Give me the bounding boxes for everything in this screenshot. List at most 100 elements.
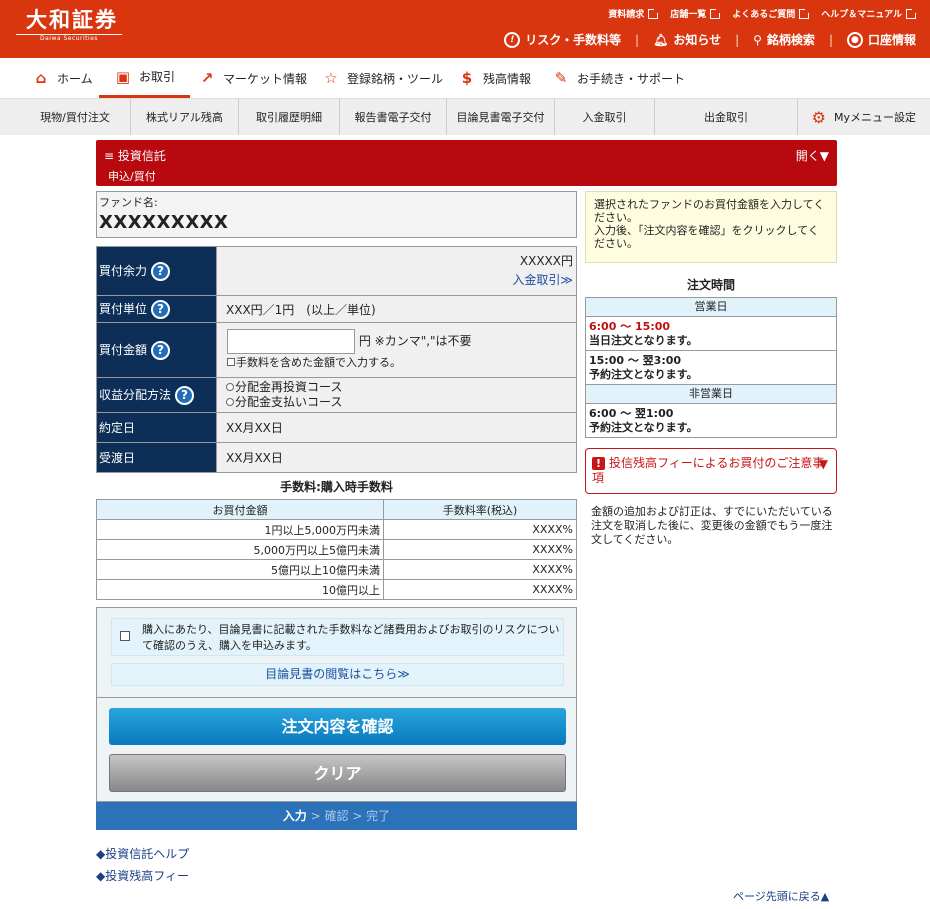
nav-label: 登録銘柄・ツール [347,71,444,86]
page-top-link[interactable]: ページ先頭に戻る▲ [733,888,829,904]
nav-market[interactable]: ↗ マーケット情報 [198,58,307,98]
capacity-value: XXXXX円 [519,254,573,268]
slot-note: 予約注文となります。 [589,367,698,381]
contract-value: XX月XX日 [216,412,577,443]
link-label: 店舗一覧 [670,10,707,20]
subnav-withdraw[interactable]: 出金取引 [655,99,798,135]
fund-name-box: ファンド名: XXXXXXXXX [96,191,577,238]
fund-name: XXXXXXXXX [99,212,229,233]
nav-trade[interactable]: ▣ お取引 [99,58,191,98]
nav-label: 残高情報 [483,71,532,86]
subnav-prospectus-delivery[interactable]: 目論見書電子交付 [447,99,555,135]
dist-option-reinvest[interactable]: 分配金再投資コース [226,380,576,395]
fee-amount: 5,000万円以上5億円未満 [96,539,384,560]
subnav-history[interactable]: 取引履歴明細 [239,99,340,135]
band-subtitle: 申込/買付 [108,170,156,183]
row-capacity: 買付余力? XXXXX円 入金取引≫ [96,246,577,296]
monitor-yen-icon: ▣ [115,67,131,86]
deposit-link[interactable]: 入金取引≫ [226,271,573,290]
nav-balance[interactable]: $ 残高情報 [458,58,531,98]
main-nav: ⌂ ホーム ▣ お取引 ↗ マーケット情報 ☆ 登録銘柄・ツール $ 残高情報 ✎ お手続き… [0,58,930,99]
fee-rate: XXXX% [383,539,577,560]
gear-icon: ⚙ [811,107,826,127]
radio-button[interactable] [226,398,234,406]
account-info-link[interactable]: ● 口座情報 [846,31,916,48]
help-icon[interactable]: ? [151,299,171,319]
include-fee-label: 手数料を含めた金額で入力する。 [236,356,401,369]
risk-fee-link[interactable]: ! リスク・手数料等 [504,31,621,48]
nav-procedures[interactable]: ✎ お手続き・サポート [552,58,685,98]
caution-accordion[interactable]: ! 投信残高フィーによるお買付のご注意事項 ▼ [585,448,837,494]
link-help[interactable]: ヘルプ＆マニュアル [821,7,917,20]
button-area: 注文内容を確認 クリア [96,698,577,802]
subnav-deposit[interactable]: 入金取引 [555,99,655,135]
account-label: 口座情報 [867,33,916,47]
band-title: ≡ 投資信託 [104,147,166,164]
contract-label: 約定日 [96,412,217,443]
prospectus-link[interactable]: 目論見書の閲覧はこちら≫ [111,663,564,686]
notice-link[interactable]: 🔔︎ お知らせ [653,31,721,48]
subnav-realtime-balance[interactable]: 株式リアル残高 [131,99,239,135]
amount-input[interactable] [227,329,355,354]
exclamation-circle-icon: ! [504,31,521,48]
help-icon[interactable]: ? [151,261,171,281]
slot-time: 15:00 ～ 翌3:00 [589,353,682,367]
chevron-down-icon: ▼ [818,457,828,471]
help-icon[interactable]: ? [151,340,171,360]
subnav-spot-order[interactable]: 現物/買付注文 [20,99,131,135]
link-branches[interactable]: 店舗一覧 [670,7,722,20]
divider: | [828,32,833,47]
confirm-order-button[interactable]: 注文内容を確認 [109,708,566,745]
nav-label: お取引 [139,70,176,84]
divider: | [635,32,640,47]
capacity-label-cell: 買付余力? [96,246,217,296]
time-slot: 6:00 ～ 翌1:00 予約注文となります。 [585,403,837,438]
fee-amount: 10億円以上 [96,579,384,600]
search-label: 銘柄検索 [766,33,815,47]
nav-label: お手続き・サポート [577,71,686,86]
notice-label: お知らせ [673,33,722,47]
link-faq[interactable]: よくあるご質問 [732,7,811,20]
daiwa-logo[interactable]: 大和証券 Daiwa Securities [16,8,122,43]
caution-title: 投信残高フィーによるお買付のご注意事項 [592,456,825,485]
fee-table: お買付金額 手数料率(税込) 1円以上5,000万円未満 XXXX% 5,000万… [96,499,577,600]
external-link-icon [906,7,917,19]
link-request-docs[interactable]: 資料請求 [608,7,660,20]
dollar-icon: $ [461,69,473,87]
row-unit: 買付単位? XXX円／1円 (以上／単位) [96,295,577,323]
dist-label-cell: 収益分配方法? [96,377,217,413]
clear-button[interactable]: クリア [109,754,566,792]
non-business-day-header: 非営業日 [585,384,837,404]
my-menu-label: Myメニュー設定 [833,111,916,124]
dist-option-payout[interactable]: 分配金支払いコース [226,395,576,410]
include-fee-checkbox[interactable] [227,358,235,366]
time-slot: 15:00 ～ 翌3:00 予約注文となります。 [585,350,837,385]
expand-toggle[interactable]: 開く▼ [796,147,829,164]
bell-icon: 🔔︎ [653,32,669,47]
my-menu-settings[interactable]: ⚙ Myメニュー設定 [812,99,916,135]
radio-button[interactable] [226,383,234,391]
unit-label-cell: 買付単位? [96,295,217,323]
table-row: 10億円以上 XXXX% [96,579,577,600]
subnav-report-delivery[interactable]: 報告書電子交付 [340,99,447,135]
delivery-value: XX月XX日 [216,442,577,473]
slot-time: 6:00 ～ 翌1:00 [589,406,674,420]
link-label: 資料請求 [608,10,645,20]
fee-rate: XXXX% [383,579,577,600]
table-row: 5,000万円以上5億円未満 XXXX% [96,539,577,560]
nav-label: マーケット情報 [223,71,308,86]
link-fund-help[interactable]: ◆投資信託ヘルプ [96,845,189,862]
fee-rate: XXXX% [383,519,577,540]
option-label: 分配金再投資コース [235,380,343,394]
step-indicator: 入力 > 確認 > 完了 [96,802,577,830]
link-balance-fee[interactable]: ◆投資残高フィー [96,867,189,884]
stock-search-link[interactable]: ⚲ 銘柄検索 [753,31,815,48]
top-links: 資料請求 店舗一覧 よくあるご質問 ヘルプ＆マニュアル [608,7,917,20]
band-title-text: 投資信託 [117,149,166,163]
help-icon[interactable]: ? [175,385,195,405]
agreement-checkbox[interactable] [120,631,130,641]
nav-home[interactable]: ⌂ ホーム [32,58,93,98]
home-icon: ⌂ [35,69,47,87]
search-icon: ⚲ [753,32,762,47]
nav-watchlist[interactable]: ☆ 登録銘柄・ツール [322,58,443,98]
